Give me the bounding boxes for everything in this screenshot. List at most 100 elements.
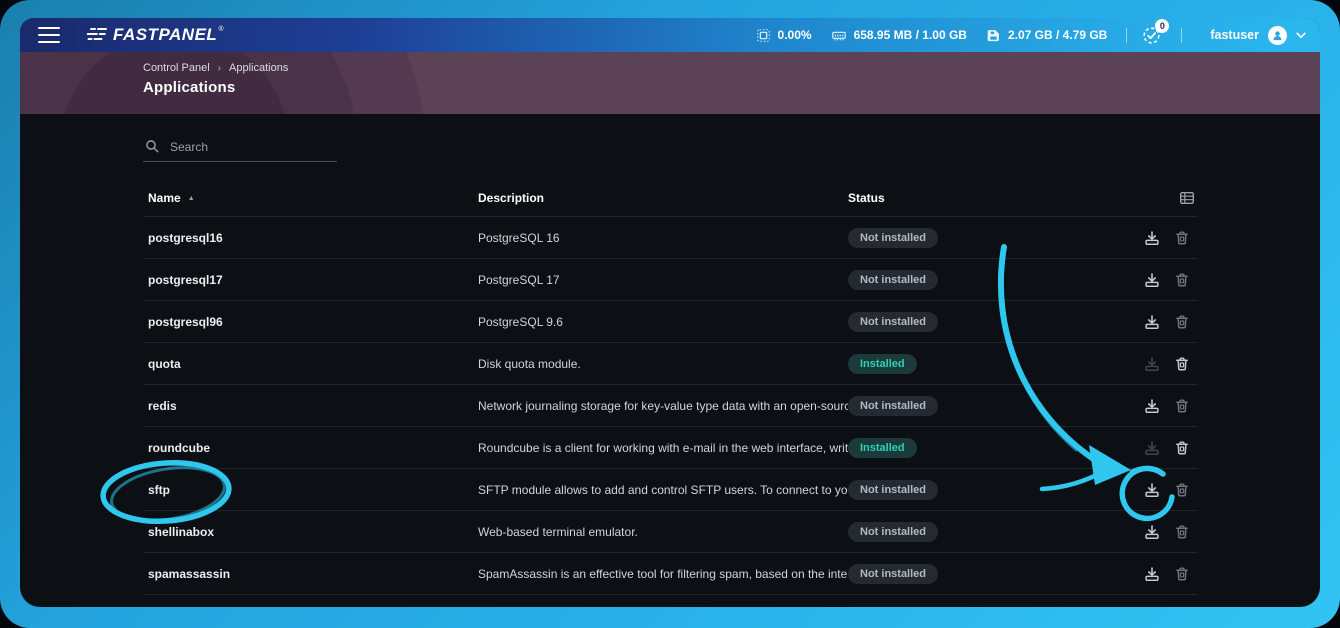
column-header-name[interactable]: Name ▲: [143, 191, 478, 205]
trash-icon: [1173, 439, 1191, 457]
ram-icon: [831, 28, 847, 43]
topbar-divider: [1126, 28, 1127, 43]
trash-icon: [1173, 313, 1191, 331]
install-button: [1143, 439, 1161, 457]
install-button[interactable]: [1143, 565, 1161, 583]
install-button[interactable]: [1143, 397, 1161, 415]
avatar: [1268, 26, 1287, 45]
row-name: shellinabox: [143, 525, 478, 539]
download-icon: [1143, 355, 1161, 373]
install-button: [1143, 355, 1161, 373]
search-input[interactable]: [170, 140, 335, 154]
row-name: spamassassin: [143, 567, 478, 581]
table-row: shellinabox Web-based terminal emulator.…: [143, 511, 1197, 553]
status-badge: Not installed: [848, 312, 938, 332]
main-content: Name ▲ Description Status postgresql16 P…: [20, 136, 1320, 595]
topbar: FASTPANEL ® 0.00% 658.95 MB / 1.00 GB: [20, 18, 1320, 52]
chevron-down-icon: [1296, 32, 1306, 39]
cpu-value: 0.00%: [778, 28, 812, 42]
menu-button[interactable]: [38, 27, 60, 43]
download-icon: [1143, 565, 1161, 583]
logo-text: FASTPANEL: [113, 25, 217, 45]
delete-button[interactable]: [1173, 313, 1191, 331]
status-badge: Not installed: [848, 270, 938, 290]
delete-button[interactable]: [1173, 523, 1191, 541]
download-icon: [1143, 439, 1161, 457]
download-icon: [1143, 523, 1161, 541]
trash-icon: [1173, 229, 1191, 247]
trash-icon: [1173, 523, 1191, 541]
breadcrumb: Control Panel › Applications: [143, 62, 1320, 74]
row-name: postgresql16: [143, 231, 478, 245]
download-icon: [1143, 229, 1161, 247]
notifications-button[interactable]: 0: [1141, 25, 1162, 46]
status-badge: Not installed: [848, 396, 938, 416]
trash-icon: [1173, 271, 1191, 289]
row-description: Network journaling storage for key-value…: [478, 399, 848, 413]
status-badge: Not installed: [848, 564, 938, 584]
table-row: postgresql16 PostgreSQL 16 Not installed: [143, 217, 1197, 259]
trash-icon: [1173, 397, 1191, 415]
row-name: redis: [143, 399, 478, 413]
column-header-status[interactable]: Status: [848, 191, 1119, 205]
delete-button[interactable]: [1173, 397, 1191, 415]
breadcrumb-separator: ›: [218, 63, 221, 74]
app-window: FASTPANEL ® 0.00% 658.95 MB / 1.00 GB: [20, 18, 1320, 607]
delete-button[interactable]: [1173, 565, 1191, 583]
table-row: roundcube Roundcube is a client for work…: [143, 427, 1197, 469]
install-button[interactable]: [1143, 271, 1161, 289]
row-name: roundcube: [143, 441, 478, 455]
delete-button[interactable]: [1173, 271, 1191, 289]
row-description: SpamAssassin is an effective tool for fi…: [478, 567, 848, 581]
notifications-count-badge: 0: [1155, 19, 1169, 33]
username: fastuser: [1210, 28, 1259, 42]
breadcrumb-control-panel[interactable]: Control Panel: [143, 62, 210, 74]
table-row: postgresql17 PostgreSQL 17 Not installed: [143, 259, 1197, 301]
disk-icon: [986, 28, 1001, 43]
delete-button[interactable]: [1173, 439, 1191, 457]
install-button[interactable]: [1143, 481, 1161, 499]
download-icon: [1143, 481, 1161, 499]
ram-value: 658.95 MB / 1.00 GB: [854, 28, 967, 42]
table-row: quota Disk quota module. Installed: [143, 343, 1197, 385]
user-menu[interactable]: fastuser: [1210, 26, 1306, 45]
table-row: sftp SFTP module allows to add and contr…: [143, 469, 1197, 511]
trash-icon: [1173, 481, 1191, 499]
download-icon: [1143, 271, 1161, 289]
page-title: Applications: [143, 79, 1320, 96]
install-button[interactable]: [1143, 523, 1161, 541]
column-settings-button[interactable]: [1179, 190, 1195, 206]
breadcrumb-applications: Applications: [229, 62, 288, 74]
delete-button[interactable]: [1173, 229, 1191, 247]
download-icon: [1143, 313, 1161, 331]
download-icon: [1143, 397, 1161, 415]
column-header-description[interactable]: Description: [478, 191, 848, 205]
status-badge: Not installed: [848, 480, 938, 500]
disk-stat: 2.07 GB / 4.79 GB: [986, 28, 1107, 43]
disk-value: 2.07 GB / 4.79 GB: [1008, 28, 1107, 42]
row-name: postgresql96: [143, 315, 478, 329]
trash-icon: [1173, 565, 1191, 583]
search-icon: [145, 139, 160, 154]
cpu-stat: 0.00%: [756, 28, 812, 43]
app-frame: FASTPANEL ® 0.00% 658.95 MB / 1.00 GB: [0, 0, 1340, 628]
row-name: quota: [143, 357, 478, 371]
row-description: SFTP module allows to add and control SF…: [478, 483, 848, 497]
trash-icon: [1173, 355, 1191, 373]
table-body: postgresql16 PostgreSQL 16 Not installed: [143, 216, 1197, 595]
delete-button[interactable]: [1173, 355, 1191, 373]
row-description: Web-based terminal emulator.: [478, 525, 848, 539]
logo-registered-mark: ®: [218, 26, 223, 33]
install-button[interactable]: [1143, 229, 1161, 247]
sort-asc-icon: ▲: [188, 195, 195, 202]
status-badge: Installed: [848, 354, 917, 374]
install-button[interactable]: [1143, 313, 1161, 331]
delete-button[interactable]: [1173, 481, 1191, 499]
table-row: postgresql96 PostgreSQL 9.6 Not installe…: [143, 301, 1197, 343]
status-badge: Not installed: [848, 522, 938, 542]
row-description: PostgreSQL 9.6: [478, 315, 848, 329]
table-row: redis Network journaling storage for key…: [143, 385, 1197, 427]
row-description: PostgreSQL 16: [478, 231, 848, 245]
status-badge: Not installed: [848, 228, 938, 248]
fastpanel-logo: FASTPANEL ®: [84, 25, 223, 45]
